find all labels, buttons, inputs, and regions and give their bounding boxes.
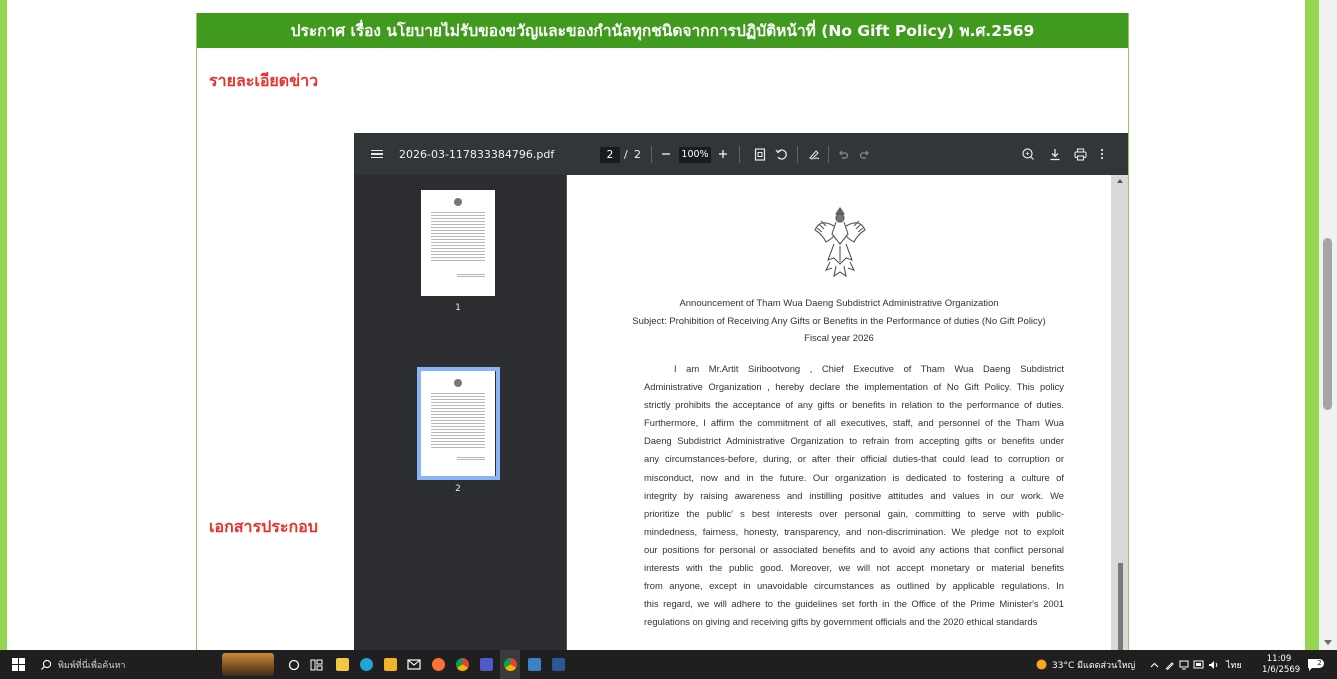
thumbnail-text-lines bbox=[431, 393, 485, 449]
document-heading-line-2: Subject: Prohibition of Receiving Any Gi… bbox=[632, 316, 1046, 327]
clock-date: 1/6/2569 bbox=[1262, 665, 1301, 675]
left-accent-border bbox=[0, 0, 7, 650]
total-pages: 2 bbox=[634, 147, 641, 161]
document-body: I am Mr.Artit Siribootvong , Chief Execu… bbox=[644, 360, 1064, 631]
menu-icon[interactable] bbox=[370, 133, 384, 175]
thumbnail-label-2: 2 bbox=[455, 484, 461, 494]
document-body-line: prioritize the public' s best interests … bbox=[644, 507, 1064, 519]
document-body-line: Furthermore, I affirm the commitment of … bbox=[644, 417, 1064, 429]
pen-icon[interactable] bbox=[1164, 650, 1176, 679]
clock-time: 11:09 bbox=[1266, 654, 1292, 664]
search-placeholder: พิมพ์ที่นี่เพื่อค้นหา bbox=[58, 660, 126, 671]
document-body-line: our positions for personal or associated… bbox=[644, 543, 1064, 555]
system-clock[interactable]: 11:09 1/6/2569 bbox=[1262, 654, 1301, 676]
document-body-line: strictly prohibits the acceptance of any… bbox=[644, 399, 1064, 411]
news-details-label: รายละเอียดข่าว bbox=[209, 71, 319, 90]
current-page-input[interactable]: 2 bbox=[600, 147, 620, 163]
document-body-line: I am Mr.Artit Siribootvong , Chief Execu… bbox=[674, 363, 1064, 374]
notification-icon[interactable]: 2 bbox=[1305, 650, 1325, 679]
thumbnail-signature-lines bbox=[457, 274, 485, 278]
toolbar-divider bbox=[651, 146, 652, 163]
zoom-out-icon[interactable] bbox=[661, 133, 671, 175]
document-body-line: from anyone, except in unavoidable circu… bbox=[644, 580, 1064, 592]
document-body-line: any circumstances-before, during, or aft… bbox=[644, 453, 1064, 465]
ai-assist-icon[interactable] bbox=[1021, 133, 1035, 175]
fit-to-page-icon[interactable] bbox=[754, 133, 766, 175]
document-body-line: regulations on giving and receiving gift… bbox=[644, 616, 1038, 628]
document-body-line: mindedness, fairness, honesty, transpare… bbox=[644, 525, 1064, 537]
toolbar-divider bbox=[739, 146, 740, 163]
input-language[interactable]: ไทย bbox=[1226, 650, 1242, 679]
weather-text[interactable]: 33°C มีแดดส่วนใหญ่ bbox=[1052, 650, 1135, 679]
document-body-line: misconduct, now and in the future. Our o… bbox=[644, 471, 1064, 483]
thumbnail-sidebar: 1 2 bbox=[354, 175, 566, 650]
document-body-line: this regard, we will adhere to the guide… bbox=[644, 598, 1064, 610]
search-icon bbox=[41, 659, 52, 670]
toolbar-divider bbox=[828, 146, 829, 163]
pdf-viewer[interactable]: 2026-03-117833384796.pdf 2 / 2 100% 1 2 … bbox=[354, 133, 1128, 650]
news-widget-image[interactable] bbox=[222, 653, 274, 676]
document-scrollbar-thumb[interactable] bbox=[1118, 563, 1123, 650]
pdf-toolbar: 2026-03-117833384796.pdf 2 / 2 100% bbox=[354, 133, 1128, 175]
document-body-line: Administrative Organization , hereby dec… bbox=[644, 381, 1064, 393]
page-title: ประกาศ เรื่อง นโยบายไม่รับของขวัญและของก… bbox=[197, 13, 1128, 48]
thumbnail-label-1: 1 bbox=[455, 303, 461, 313]
screen: ประกาศ เรื่อง นโยบายไม่รับของขวัญและของก… bbox=[0, 0, 1337, 679]
document-heading-line-1: Announcement of Tham Wua Daeng Subdistri… bbox=[679, 298, 999, 309]
document-scroll-up-arrow-icon[interactable] bbox=[1117, 179, 1123, 183]
teams-icon[interactable] bbox=[476, 650, 496, 679]
garuda-emblem-icon bbox=[812, 204, 868, 280]
document-body-line: integrity by raising awareness and insti… bbox=[644, 489, 1064, 501]
firefox-icon[interactable] bbox=[428, 650, 448, 679]
chrome-icon-active[interactable] bbox=[500, 650, 520, 679]
zoom-in-icon[interactable] bbox=[718, 133, 728, 175]
notification-count: 2 bbox=[1315, 659, 1324, 668]
taskbar-search[interactable]: พิมพ์ที่นี่เพื่อค้นหา bbox=[40, 650, 125, 679]
display-icon[interactable] bbox=[1192, 650, 1204, 679]
thumbnail-signature-lines bbox=[457, 457, 485, 461]
windows-taskbar: พิมพ์ที่นี่เพื่อค้นหา 33°C มีแดดส่วนใหญ่ bbox=[0, 650, 1337, 679]
page-scrollbar-thumb[interactable] bbox=[1323, 238, 1332, 410]
thumbnail-text-lines bbox=[431, 212, 485, 262]
file-explorer-icon[interactable] bbox=[332, 650, 352, 679]
app-icon[interactable] bbox=[524, 650, 544, 679]
page-thumbnail-1[interactable] bbox=[421, 190, 495, 296]
emblem-icon bbox=[454, 379, 462, 387]
weather-sun-icon[interactable] bbox=[1034, 650, 1048, 679]
cortana-icon[interactable] bbox=[284, 650, 304, 679]
mail-icon[interactable] bbox=[404, 650, 424, 679]
toolbar-divider bbox=[797, 146, 798, 163]
undo-icon[interactable] bbox=[837, 133, 849, 175]
edge-browser-icon[interactable] bbox=[356, 650, 376, 679]
word-icon[interactable] bbox=[548, 650, 568, 679]
zoom-level-input[interactable]: 100% bbox=[679, 147, 711, 163]
download-icon[interactable] bbox=[1049, 133, 1061, 175]
attachments-label: เอกสารประกอบ bbox=[209, 517, 318, 536]
chrome-icon-1[interactable] bbox=[452, 650, 472, 679]
document-body-line: interests with the public good. Moreover… bbox=[644, 562, 1064, 574]
print-icon[interactable] bbox=[1074, 133, 1087, 175]
store-icon[interactable] bbox=[380, 650, 400, 679]
network-icon[interactable] bbox=[1178, 650, 1190, 679]
pdf-file-name: 2026-03-117833384796.pdf bbox=[399, 147, 555, 161]
windows-start-icon[interactable] bbox=[12, 658, 26, 672]
document-body-line: Daeng Subdistrict Administrative Organiz… bbox=[644, 435, 1064, 447]
redo-icon[interactable] bbox=[859, 133, 871, 175]
rotate-icon[interactable] bbox=[775, 133, 788, 175]
page-thumbnail-2[interactable] bbox=[421, 371, 495, 476]
draw-icon[interactable] bbox=[808, 133, 821, 175]
emblem-icon bbox=[454, 198, 462, 206]
volume-icon[interactable] bbox=[1207, 650, 1219, 679]
right-accent-border bbox=[1305, 0, 1319, 650]
page-separator: / bbox=[624, 147, 628, 161]
document-heading-line-3: Fiscal year 2026 bbox=[804, 333, 874, 344]
scroll-down-arrow-icon[interactable] bbox=[1324, 640, 1332, 645]
chevron-up-icon[interactable] bbox=[1148, 650, 1160, 679]
task-view-icon[interactable] bbox=[306, 650, 326, 679]
more-options-icon[interactable] bbox=[1100, 133, 1104, 175]
